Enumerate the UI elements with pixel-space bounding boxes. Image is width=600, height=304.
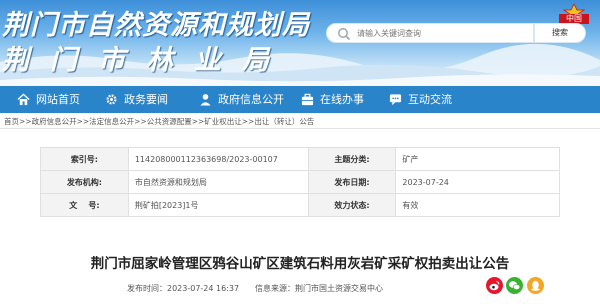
- table-row: 发布机构: 市自然资源和规划局 发布日期: 2023-07-24: [40, 170, 560, 194]
- topic-value: 矿产: [395, 147, 560, 171]
- document-info-table: 索引号: 114208000112363698/2023-00107 主题分类:…: [40, 147, 560, 217]
- search-button[interactable]: 搜索: [534, 23, 586, 43]
- nav-item-label: 网站首页: [36, 93, 80, 106]
- info-source: 信息来源：荆门市国土资源交易中心: [255, 284, 383, 293]
- chat-icon: [389, 94, 402, 106]
- breadcrumb[interactable]: 首页>>政府信息公开>>法定信息公开>>公共资源配置>>矿业权出让>>出让（转让…: [4, 116, 314, 127]
- search-input[interactable]: [357, 25, 527, 41]
- table-row: 索引号: 114208000112363698/2023-00107 主题分类:…: [40, 147, 560, 171]
- user-icon: [200, 94, 211, 106]
- settings-icon: [106, 94, 117, 105]
- org-value: 市自然资源和规划局: [127, 170, 309, 194]
- search-box: [326, 23, 534, 43]
- table-row: 文 号: 荆矿拍[2023]1号 效力状态: 有效: [40, 193, 560, 217]
- index-value: 114208000112363698/2023-00107: [127, 147, 309, 171]
- nav-item-label: 在线办事: [320, 93, 364, 106]
- home-icon: [17, 93, 30, 106]
- nav-item-label: 政府信息公开: [218, 93, 284, 106]
- share-weibo-button[interactable]: [486, 277, 503, 294]
- main-nav: 网站首页 政务要闻 政府信息公开 在线办事 互动交流: [0, 86, 600, 113]
- date-value: 2023-07-24: [395, 170, 560, 194]
- status-value: 有效: [395, 193, 560, 217]
- topic-label: 主题分类:: [307, 147, 397, 171]
- site-header: 荆门市自然资源和规划局 荆门市林业局 中国 搜索: [0, 0, 600, 86]
- search-icon: [338, 28, 351, 41]
- site-title-secondary: 荆门市林业局: [2, 45, 290, 76]
- briefcase-icon: [301, 93, 314, 106]
- site-title-primary: 荆门市自然资源和规划局: [2, 10, 310, 41]
- status-label: 效力状态:: [307, 193, 397, 217]
- qq-icon: [527, 277, 544, 294]
- nav-item-label: 互动交流: [408, 93, 452, 106]
- article-title: 荆门市屈家岭管理区鸦谷山矿区建筑石料用灰岩矿采矿权拍卖出让公告: [90, 256, 510, 272]
- divider: [0, 128, 600, 129]
- wechat-icon: [506, 277, 523, 294]
- nav-item-label: 政务要闻: [124, 93, 168, 106]
- weibo-icon: [486, 277, 503, 294]
- docno-value: 荆矿拍[2023]1号: [127, 193, 309, 217]
- share-wechat-button[interactable]: [506, 277, 523, 294]
- docno-label: 文 号:: [40, 193, 129, 217]
- publish-time: 发布时间：2023-07-24 16:37: [127, 284, 240, 293]
- share-qq-button[interactable]: [527, 277, 544, 294]
- date-label: 发布日期:: [307, 170, 397, 194]
- index-label: 索引号:: [40, 147, 129, 171]
- org-label: 发布机构:: [40, 170, 129, 194]
